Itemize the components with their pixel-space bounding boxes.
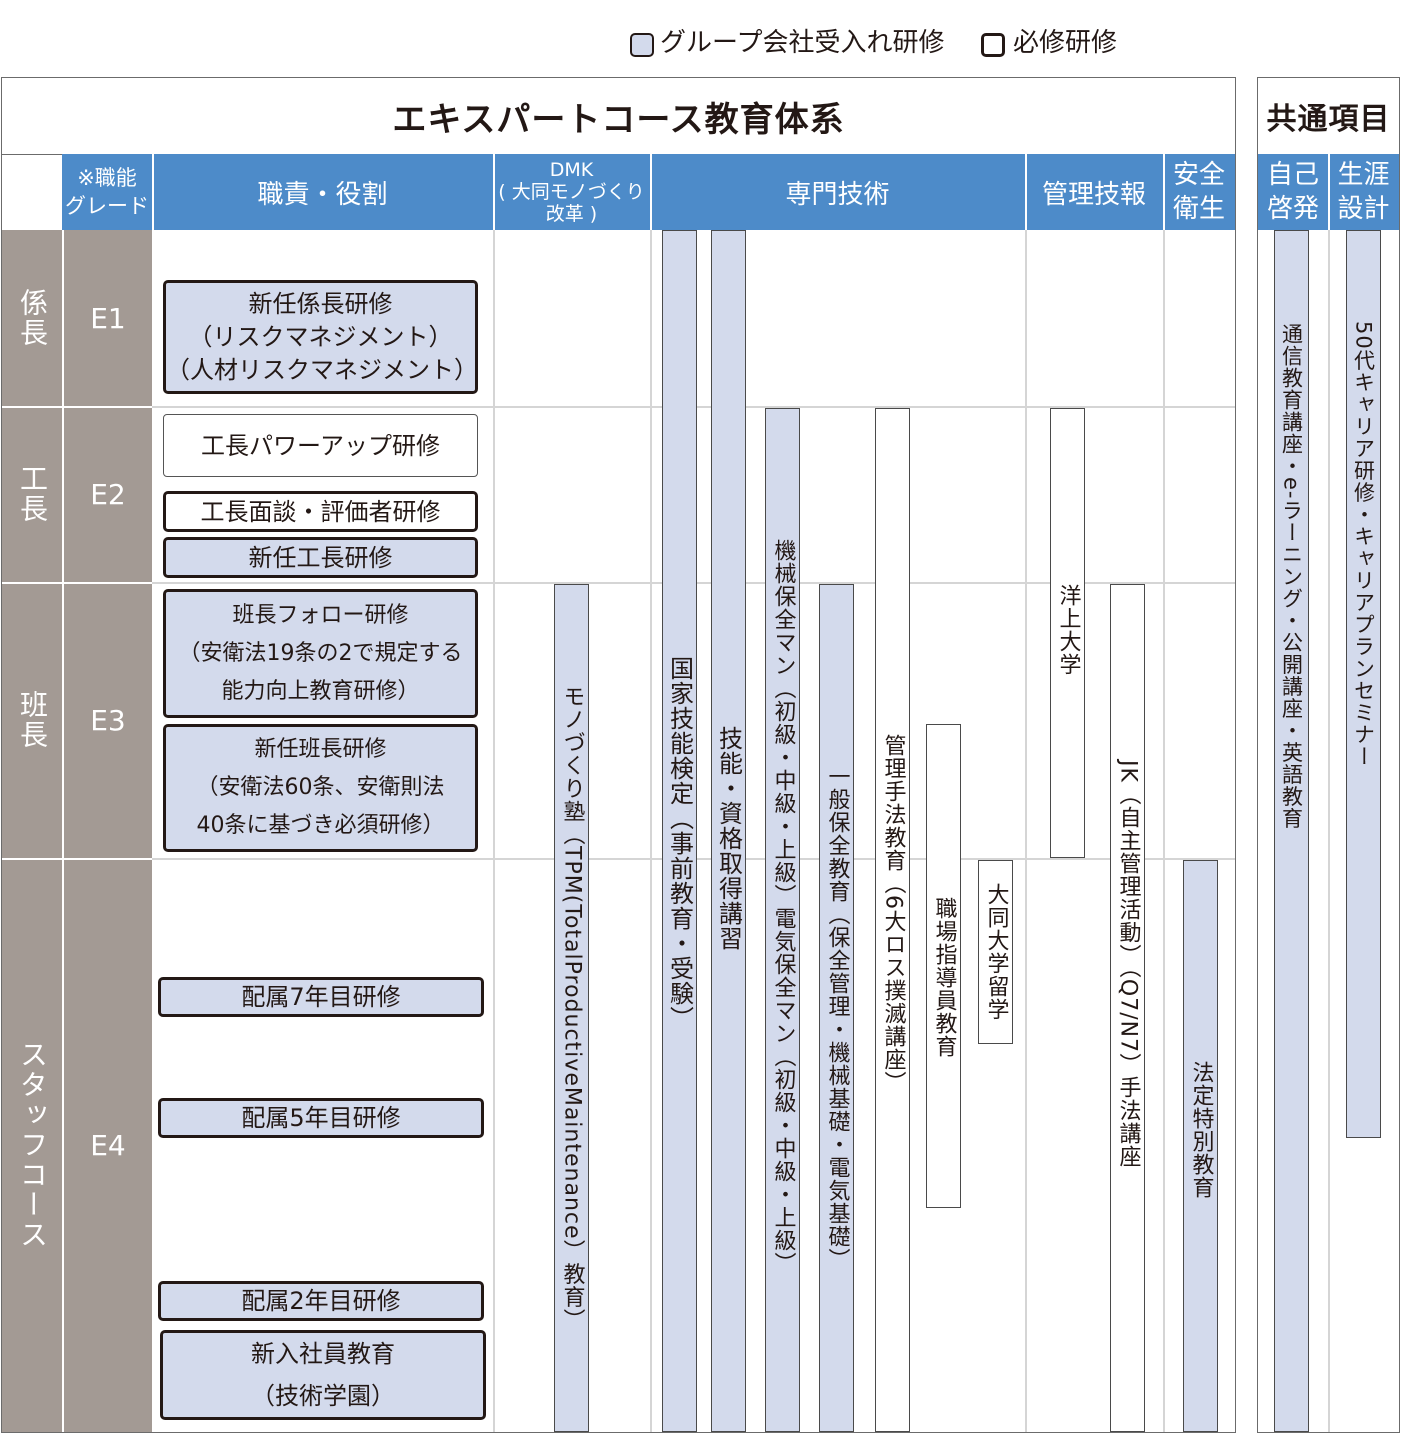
legend-group-swatch (630, 33, 654, 57)
program-bar-text: 法定特別教育 (1188, 1061, 1214, 1199)
legend-required-label: 必修研修 (1013, 28, 1118, 58)
grid-line (1025, 230, 1027, 1432)
header-self: 自己 啓発 (1258, 154, 1328, 230)
program-bar-text: 通信教育講座・e-ラーニング・公開講座・英語教育 (1279, 323, 1304, 830)
header-dmk: DMK ( 大同モノづくり 改革 ) (493, 154, 650, 230)
program-box: 新任班長研修 （安衛法60条、安衛則法 40条に基づき必須研修） (163, 724, 478, 852)
row-role-text: スタッフコース (16, 1040, 49, 1250)
program-bar-text: JK（自主管理活動）（Q7/N7）手法講座 (1115, 760, 1141, 1169)
program-bar-text: 技能・資格取得講習 (714, 726, 743, 951)
program-bar: 職場指導員教育 (926, 724, 961, 1208)
legend-required-swatch (981, 33, 1005, 57)
row-role-label: 係長 (2, 230, 62, 406)
program-box: 新任係長研修 （リスクマネジメント） （人材リスクマネジメント） (163, 280, 478, 394)
program-bar: 技能・資格取得講習 (711, 230, 746, 1432)
program-bar-text: 機械保全マン（初級・中級・上級）電気保全マン（初級・中級・上級） (770, 539, 796, 1275)
row-role-label: 工長 (2, 406, 62, 582)
header-separator (650, 154, 652, 230)
header-mgmt: 管理技報 (1025, 154, 1163, 230)
grid-line (1328, 230, 1330, 1432)
grid-line (493, 230, 495, 1432)
main-title: エキスパートコース教育体系 (392, 99, 845, 140)
grid-line (650, 230, 652, 1432)
program-box: 工長面談・評価者研修 (163, 491, 478, 532)
row-grade-label: E3 (90, 703, 126, 737)
program-bar: 法定特別教育 (1183, 860, 1218, 1432)
program-bar: JK（自主管理活動）（Q7/N7）手法講座 (1110, 584, 1145, 1432)
row-role-label: 班長 (2, 582, 62, 858)
program-bar: モノづくり塾（TPM(TotalProductiveMaintenance）教育… (554, 584, 589, 1432)
program-box: 新入社員教育 （技術学園） (160, 1330, 486, 1420)
program-bar: 機械保全マン（初級・中級・上級）電気保全マン（初級・中級・上級） (765, 408, 800, 1432)
program-box: 配属5年目研修 (158, 1098, 484, 1138)
header-grade: ※職能 グレード (62, 154, 152, 230)
program-bar-text: 職場指導員教育 (931, 897, 957, 1058)
program-bar-text: 一般保全教育（保全管理・機械基礎・電気基礎） (824, 765, 850, 1271)
program-bar: 通信教育講座・e-ラーニング・公開講座・英語教育 (1274, 230, 1309, 1432)
header-blank-cell (2, 154, 62, 230)
program-bar-text: 洋上大学 (1055, 584, 1081, 676)
program-bar-text: 大同大学留学 (983, 883, 1009, 1021)
common-title: 共通項目 (1266, 102, 1391, 137)
program-bar: 洋上大学 (1050, 408, 1085, 858)
program-bar: 国家技能検定（事前教育・受験） (662, 230, 697, 1432)
program-bar: 50代キャリア研修・キャリアプランセミナー (1346, 230, 1381, 1138)
row-role-text: 工長 (16, 464, 49, 524)
program-bar: 管理手法教育（6大ロス撲滅講座） (875, 408, 910, 1432)
program-box: 工長パワーアップ研修 (163, 414, 478, 477)
legend-group-label: グループ会社受入れ研修 (660, 28, 945, 58)
header-tech: 専門技術 (650, 154, 1025, 230)
program-bar-text: 国家技能検定（事前教育・受験） (665, 656, 694, 1031)
header-role: 職責・役割 (152, 154, 493, 230)
program-bar-text: モノづくり塾（TPM(TotalProductiveMaintenance）教育… (559, 685, 585, 1332)
program-bar-text: 管理手法教育（6大ロス撲滅講座） (880, 734, 906, 1094)
header-separator (1163, 154, 1165, 230)
header-separator (493, 154, 495, 230)
program-box: 班長フォロー研修 （安衛法19条の2で規定する 能力向上教育研修） (163, 589, 478, 718)
row-role-text: 係長 (16, 288, 49, 348)
row-role-text: 班長 (16, 690, 49, 750)
program-bar: 一般保全教育（保全管理・機械基礎・電気基礎） (819, 584, 854, 1432)
header-separator (152, 154, 154, 230)
header-career: 生涯 設計 (1328, 154, 1399, 230)
program-box: 配属7年目研修 (158, 977, 484, 1017)
program-box: 配属2年目研修 (158, 1281, 484, 1321)
program-box: 新任工長研修 (163, 537, 478, 578)
row-grade-label: E4 (90, 1128, 126, 1162)
program-bar: 大同大学留学 (978, 860, 1013, 1044)
header-separator (1328, 154, 1330, 230)
row-grade-label: E2 (90, 477, 126, 511)
grid-line (1163, 230, 1165, 1432)
program-bar-text: 50代キャリア研修・キャリアプランセミナー (1351, 321, 1376, 768)
header-separator (1025, 154, 1027, 230)
header-safety: 安全 衛生 (1163, 154, 1235, 230)
row-grade-label: E1 (90, 301, 126, 335)
row-role-label: スタッフコース (2, 858, 62, 1432)
